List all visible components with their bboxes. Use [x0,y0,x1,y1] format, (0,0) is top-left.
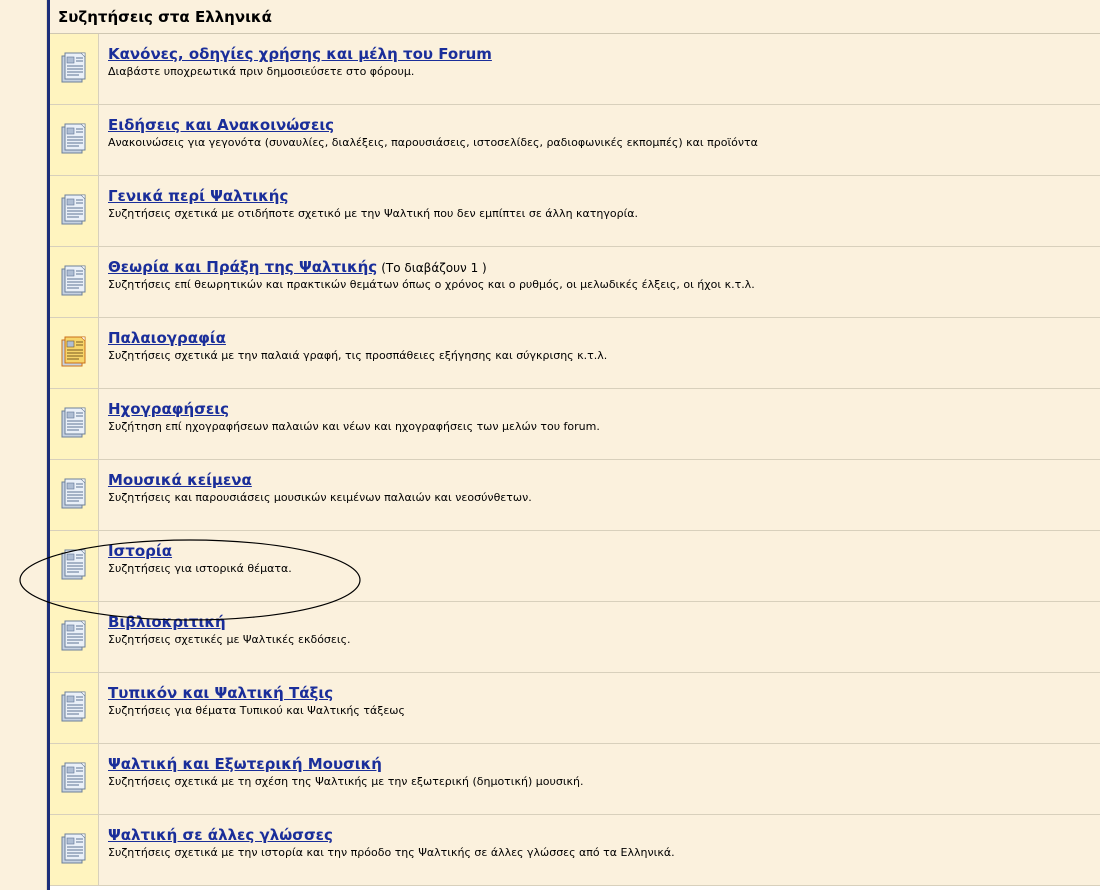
forum-link-paleography[interactable]: Παλαιογραφία [108,329,226,347]
forum-list: Κανόνες, οδηγίες χρήσης και μέλη του For… [50,34,1100,886]
forum-icon-cell [50,389,99,459]
forum-icon-cell [50,176,99,246]
forum-link-secular-music[interactable]: Ψαλτική και Εξωτερική Μουσική [108,755,382,773]
forum-description: Συζητήσεις σχετικά με την παλαιά γραφή, … [108,349,608,362]
forum-link-news[interactable]: Ειδήσεις και Ανακοινώσεις [108,116,334,134]
forum-description: Συζητήσεις σχετικά με τη σχέση της Ψαλτι… [108,775,584,788]
forum-row-other-languages: Ψαλτική σε άλλες γλώσσες Συζητήσεις σχετ… [50,815,1100,886]
forum-icon-cell [50,531,99,601]
forum-icon-cell [50,602,99,672]
forum-description: Συζήτηση επί ηχογραφήσεων παλαιών και νέ… [108,420,600,433]
forum-description: Ανακοινώσεις για γεγονότα (συναυλίες, δι… [108,136,758,149]
forum-icon-cell [50,247,99,317]
forum-icon-cell [50,318,99,388]
forum-link-music-texts[interactable]: Μουσικά κείμενα [108,471,252,489]
forum-link-history[interactable]: Ιστορία [108,542,172,560]
forum-row-history: Ιστορία Συζητήσεις για ιστορικά θέματα. [50,531,1100,602]
forum-link-other-languages[interactable]: Ψαλτική σε άλλες γλώσσες [108,826,333,844]
forum-viewers-count: (Το διαβάζουν 1 ) [381,261,487,275]
forum-link-recordings[interactable]: Ηχογραφήσεις [108,400,229,418]
forum-icon-cell [50,34,99,104]
forum-row-book-reviews: Βιβλιοκριτική Συζητήσεις σχετικές με Ψαλ… [50,602,1100,673]
forum-description: Συζητήσεις και παρουσιάσεις μουσικών κει… [108,491,532,504]
forum-icon-cell [50,744,99,814]
forum-description: Συζητήσεις σχετικά με την ιστορία και τη… [108,846,675,859]
forum-row-recordings: Ηχογραφήσεις Συζήτηση επί ηχογραφήσεων π… [50,389,1100,460]
forum-description: Διαβάστε υποχρεωτικά πριν δημοσιεύσετε σ… [108,65,415,78]
forum-icon-cell [50,460,99,530]
forum-row-music-texts: Μουσικά κείμενα Συζητήσεις και παρουσιάσ… [50,460,1100,531]
forum-link-typikon[interactable]: Τυπικόν και Ψαλτική Τάξις [108,684,333,702]
forum-description: Συζητήσεις για θέματα Τυπικού και Ψαλτικ… [108,704,405,717]
forum-link-rules[interactable]: Κανόνες, οδηγίες χρήσης και μέλη του For… [108,45,492,63]
forum-row-typikon: Τυπικόν και Ψαλτική Τάξις Συζητήσεις για… [50,673,1100,744]
category-header: Συζητήσεις στα Ελληνικά [50,0,1100,34]
forum-row-paleography: Παλαιογραφία Συζητήσεις σχετικά με την π… [50,318,1100,389]
forum-icon-cell [50,815,99,885]
forum-row-news: Ειδήσεις και Ανακοινώσεις Ανακοινώσεις γ… [50,105,1100,176]
forum-row-theory: Θεωρία και Πράξη της Ψαλτικής (Το διαβάζο… [50,247,1100,318]
forum-row-rules: Κανόνες, οδηγίες χρήσης και μέλη του For… [50,34,1100,105]
forum-icon-cell [50,673,99,743]
forum-description: Συζητήσεις για ιστορικά θέματα. [108,562,292,575]
forum-row-general: Γενικά περί Ψαλτικής Συζητήσεις σχετικά … [50,176,1100,247]
forum-row-secular-music: Ψαλτική και Εξωτερική Μουσική Συζητήσεις… [50,744,1100,815]
forum-link-book-reviews[interactable]: Βιβλιοκριτική [108,613,226,631]
forum-index-page: Συζητήσεις στα Ελληνικά Κανόνες, οδηγίες… [0,0,1100,890]
forum-icon-cell [50,105,99,175]
forum-category-board: Συζητήσεις στα Ελληνικά Κανόνες, οδηγίες… [47,0,1100,890]
left-gutter [0,0,47,890]
forum-description: Συζητήσεις επί θεωρητικών και πρακτικών … [108,278,755,291]
forum-description: Συζητήσεις σχετικά με οτιδήποτε σχετικό … [108,207,639,220]
forum-link-theory[interactable]: Θεωρία και Πράξη της Ψαλτικής [108,258,377,276]
category-title: Συζητήσεις στα Ελληνικά [58,7,272,26]
forum-description: Συζητήσεις σχετικές με Ψαλτικές εκδόσεις… [108,633,351,646]
forum-link-general[interactable]: Γενικά περί Ψαλτικής [108,187,288,205]
